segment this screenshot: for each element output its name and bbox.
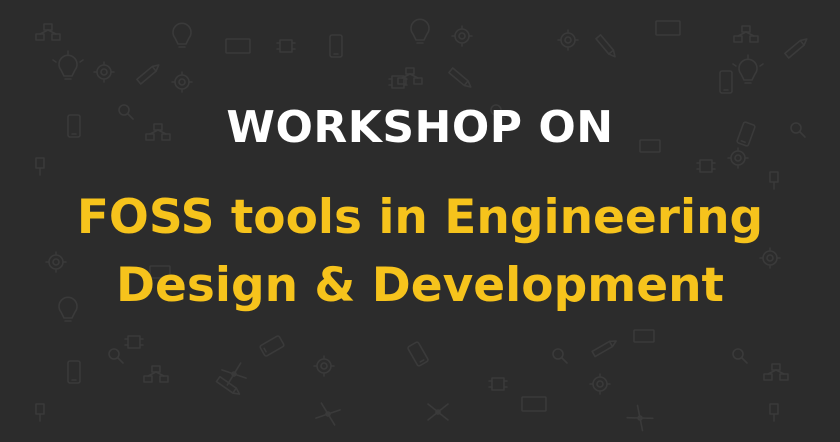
chip-icon	[276, 39, 296, 53]
smartphone-icon	[67, 360, 81, 384]
pencil-icon	[136, 64, 160, 85]
usb-plug-icon	[35, 403, 45, 422]
network-icon	[35, 23, 61, 41]
gear-icon	[171, 71, 193, 93]
gear-icon	[557, 29, 579, 51]
gear-icon	[93, 61, 115, 83]
calipers-icon	[427, 403, 449, 421]
monitor-icon	[521, 396, 547, 412]
smartphone-icon	[259, 335, 285, 357]
network-icon	[763, 363, 789, 381]
gear-icon	[313, 355, 335, 377]
usb-plug-icon	[35, 157, 45, 176]
magnifier-icon	[732, 348, 748, 364]
lightbulb-icon	[52, 50, 84, 80]
network-icon	[143, 365, 169, 383]
monitor-icon	[655, 20, 681, 36]
gear-icon	[451, 25, 473, 47]
smartphone-icon	[407, 341, 429, 367]
gear-icon	[589, 373, 611, 395]
pencil-icon	[215, 375, 241, 395]
usb-plug-icon	[769, 171, 779, 190]
workshop-banner: WORKSHOP ON FOSS tools in Engineering De…	[0, 0, 840, 442]
smartphone-icon	[719, 70, 733, 94]
lightbulb-icon	[732, 54, 764, 84]
workshop-title-line-1: FOSS tools in Engineering	[76, 190, 764, 245]
monitor-icon	[225, 38, 251, 54]
magnifier-icon	[108, 348, 124, 364]
pencil-icon	[448, 67, 472, 88]
lightbulb-icon	[172, 22, 192, 48]
pencil-icon	[591, 340, 617, 358]
pencil-icon	[595, 34, 616, 58]
chip-icon	[124, 335, 144, 349]
network-icon	[733, 25, 759, 43]
magnifier-icon	[552, 348, 568, 364]
usb-plug-icon	[769, 403, 779, 422]
calipers-icon	[221, 362, 247, 386]
monitor-icon	[633, 329, 655, 343]
workshop-kicker: WORKSHOP ON	[226, 102, 614, 153]
chip-icon	[696, 159, 716, 173]
calipers-icon	[626, 404, 654, 432]
workshop-title-line-2: Design & Development	[115, 258, 725, 313]
chip-icon	[488, 377, 508, 391]
pencil-icon	[784, 38, 808, 59]
lightbulb-icon	[410, 18, 430, 44]
calipers-icon	[315, 402, 341, 426]
smartphone-icon	[329, 34, 343, 58]
